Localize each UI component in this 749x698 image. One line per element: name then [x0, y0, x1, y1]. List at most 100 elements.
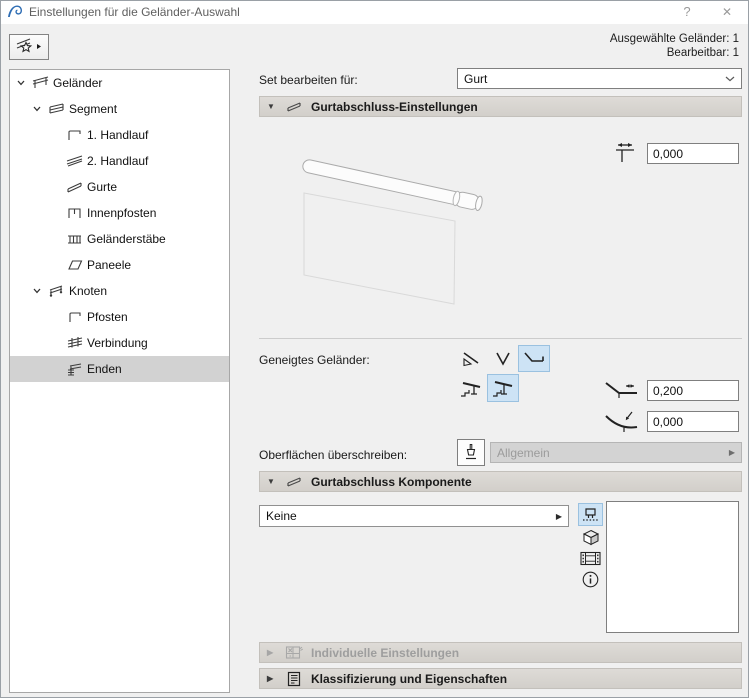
end-offset-icon [611, 140, 639, 166]
rail-end-icon [281, 100, 307, 113]
preview-animation-button[interactable] [579, 549, 602, 567]
tree-item-2-handlauf[interactable]: 2. Handlauf [10, 148, 229, 174]
extension-length-input[interactable] [647, 380, 739, 401]
tree-item-innenpfosten[interactable]: Innenpfosten [10, 200, 229, 226]
tree-item-label: Enden [87, 362, 122, 376]
tree-item-verbindung[interactable]: Verbindung [10, 330, 229, 356]
section-end-settings[interactable]: ▼ Gurtabschluss-Einstellungen [259, 96, 742, 117]
corner-radius-icon [603, 408, 641, 434]
tree-item-label: Verbindung [87, 336, 148, 350]
tree-item-label: Segment [69, 102, 118, 116]
chevron-down-icon[interactable] [29, 288, 44, 294]
segment-icon [44, 102, 69, 116]
rail-icon [62, 180, 87, 194]
titlebar: Einstellungen für die Geländer-Auswahl ?… [1, 1, 748, 24]
help-button[interactable]: ? [670, 1, 704, 24]
section-end-component[interactable]: ▼ Gurtabschluss Komponente [259, 471, 742, 492]
panel-icon [62, 258, 87, 272]
balusters-icon [62, 232, 87, 246]
preview-info-button[interactable] [581, 570, 600, 589]
connection-option-sloped-post-button[interactable] [456, 375, 486, 401]
rail-end-icon [281, 475, 307, 488]
classification-document-icon [281, 671, 307, 687]
favorites-star-icon [16, 38, 41, 53]
section-title: Gurtabschluss Komponente [311, 474, 472, 489]
edit-set-value: Gurt [464, 71, 488, 86]
tree-item-gurte[interactable]: Gurte [10, 174, 229, 200]
tree-item-enden[interactable]: Enden [10, 356, 229, 382]
sloped-horizontal-icon [524, 351, 544, 362]
tree-item-label: Gurte [87, 180, 118, 194]
info-icon [582, 571, 599, 588]
surface-dropdown: Allgemein ▶ [490, 442, 742, 463]
divider [259, 338, 742, 339]
component-preview-box [606, 501, 739, 633]
sloped-option-vertical-button[interactable] [488, 346, 518, 372]
tree-item-label: Geländer [53, 76, 103, 90]
section-title: Klassifizierung und Eigenschaften [311, 671, 508, 686]
triangle-expanded-icon: ▼ [267, 102, 275, 111]
section-classification[interactable]: ▶ Klassifizierung und Eigenschaften [259, 668, 742, 689]
component-dropdown[interactable]: Keine ▶ [259, 505, 569, 527]
cube-3d-icon [582, 529, 599, 546]
component-value: Keine [266, 509, 297, 523]
close-button[interactable]: ✕ [710, 1, 744, 24]
chevron-down-icon [725, 76, 735, 82]
tree-item-label: Paneele [87, 258, 132, 272]
section-title: Individuelle Einstellungen [311, 645, 460, 660]
railing-icon [28, 76, 53, 90]
corner-radius-input[interactable] [647, 411, 739, 432]
tree-item-label: Geländerstäbe [87, 232, 166, 246]
symbol-2d-icon [583, 508, 598, 521]
tree-item-paneele[interactable]: Paneele [10, 252, 229, 278]
triangle-collapsed-icon: ▶ [267, 674, 274, 683]
section-custom-settings: ▶ Individuelle Einstellungen [259, 642, 742, 663]
sloped-post-icon [461, 382, 481, 397]
popup-arrow-icon: ▶ [728, 448, 735, 457]
triangle-collapsed-icon: ▶ [267, 648, 274, 657]
end-icon [62, 362, 87, 376]
favorites-button[interactable] [9, 34, 49, 60]
extension-length-icon [603, 377, 641, 403]
edit-set-label: Set bearbeiten für: [259, 73, 358, 87]
chevron-down-icon[interactable] [13, 80, 28, 86]
connection-option-vertical-post-button[interactable] [487, 374, 519, 402]
sloped-ramp-icon [463, 352, 479, 367]
surface-value: Allgemein [497, 445, 550, 460]
railing-settings-dialog: Einstellungen für die Geländer-Auswahl ?… [0, 0, 749, 698]
archicad-logo-icon [7, 4, 23, 20]
tree-item-label: Innenpfosten [87, 206, 157, 220]
vertical-post-icon [493, 381, 513, 397]
end-offset-input[interactable] [647, 143, 739, 164]
tree-item-knoten[interactable]: Knoten [10, 278, 229, 304]
chevron-down-icon[interactable] [29, 106, 44, 112]
tree-item-label: 1. Handlauf [87, 128, 149, 142]
tree-item-1-handlauf[interactable]: 1. Handlauf [10, 122, 229, 148]
tree-item-label: Pfosten [87, 310, 128, 324]
sloped-option-ramp-button[interactable] [456, 346, 486, 372]
preview-3d-button[interactable] [580, 528, 601, 547]
handrail-2-icon [62, 154, 87, 168]
tree-item-label: Knoten [69, 284, 108, 298]
sloped-option-horizontal-button[interactable] [518, 345, 550, 372]
tree-item-gelaenderstaebe[interactable]: Geländerstäbe [10, 226, 229, 252]
surface-override-label: Oberflächen überschreiben: [259, 448, 408, 462]
tree-item-segment[interactable]: Segment [10, 96, 229, 122]
tree-item-gelaender[interactable]: Geländer [10, 70, 229, 96]
paintbrush-icon [466, 444, 476, 460]
inner-post-icon [62, 206, 87, 220]
post-icon [62, 310, 87, 324]
railing-structure-tree: Geländer Segment 1. Handlauf 2. Handlauf… [9, 69, 230, 693]
selected-count: Ausgewählte Geländer: 1 [609, 33, 739, 45]
tree-item-pfosten[interactable]: Pfosten [10, 304, 229, 330]
sloped-vertical-icon [496, 352, 510, 366]
surface-override-toggle-button[interactable] [457, 439, 485, 466]
edit-set-dropdown[interactable]: Gurt [457, 68, 742, 89]
selection-summary: Ausgewählte Geländer: 1 Bearbeitbar: 1 [610, 32, 739, 60]
filmstrip-icon [580, 551, 601, 565]
preview-2d-symbol-button[interactable] [578, 503, 603, 526]
connection-icon [62, 336, 87, 350]
node-icon [44, 284, 69, 298]
sloped-railing-label: Geneigtes Geländer: [259, 353, 370, 367]
tree-item-label: 2. Handlauf [87, 154, 149, 168]
